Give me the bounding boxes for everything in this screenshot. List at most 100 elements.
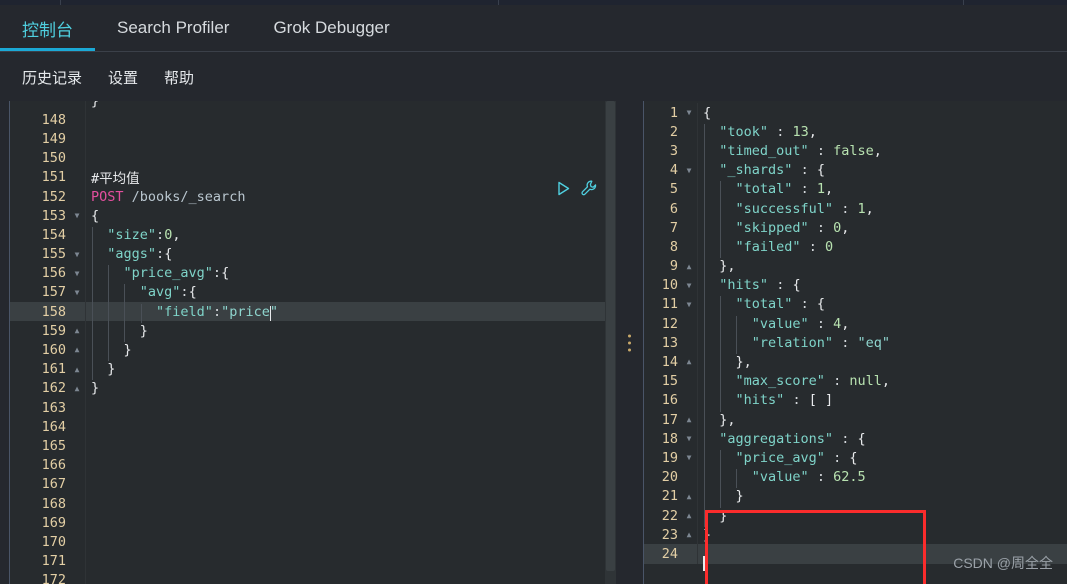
code-line[interactable]: 161 ▲ } <box>10 359 605 381</box>
fold-up-icon[interactable]: ▲ <box>681 506 697 525</box>
code-line[interactable]: 153 ▼ { <box>10 206 605 226</box>
code-line[interactable]: 15 "max_score" : null, <box>644 371 1067 393</box>
code-line[interactable]: 164 <box>10 417 605 437</box>
code-line[interactable]: 9 ▲ }, <box>644 256 1067 278</box>
code-line[interactable]: 155 ▼ "aggs":{ <box>10 244 605 266</box>
fold-up-icon[interactable]: ▲ <box>69 321 85 340</box>
code-line[interactable]: 6 "successful" : 1, <box>644 198 1067 220</box>
code-line[interactable]: 13 "relation" : "eq" <box>644 333 1067 355</box>
code-line[interactable]: 8 "failed" : 0 <box>644 237 1067 259</box>
fold-up-icon[interactable]: ▲ <box>681 410 697 429</box>
code-line[interactable]: 18 ▼ "aggregations" : { <box>644 429 1067 450</box>
indent-guide <box>108 322 110 343</box>
fold-down-icon[interactable]: ▼ <box>681 429 697 448</box>
code-line[interactable]: 159 ▲ } <box>10 321 605 343</box>
code-text: "size":0, <box>86 226 605 247</box>
code-line[interactable]: 162 ▲} <box>10 378 605 398</box>
line-number: 17 <box>661 411 678 428</box>
code-line[interactable]: 11 ▼ "total" : { <box>644 294 1067 316</box>
line-number: 11 <box>661 296 678 313</box>
code-line[interactable]: 156 ▼ "price_avg":{ <box>10 263 605 285</box>
subnav-item-history[interactable]: 历史记录 <box>22 67 82 88</box>
tab-console[interactable]: 控制台 <box>0 5 95 51</box>
code-line[interactable]: 150 <box>10 148 605 168</box>
code-line[interactable]: 149 <box>10 129 605 149</box>
tab-grok-debugger[interactable]: Grok Debugger <box>251 5 411 51</box>
code-line[interactable]: 22 ▲ } <box>644 505 1067 527</box>
gutter-separator <box>85 129 86 149</box>
tab-search-profiler[interactable]: Search Profiler <box>95 5 251 51</box>
code-line[interactable]: 16 "hits" : [ ] <box>644 390 1067 412</box>
pane-resize-handle[interactable] <box>628 334 631 351</box>
code-line[interactable]: 4 ▼ "_shards" : { <box>644 160 1067 182</box>
code-line[interactable]: 167 <box>10 474 605 494</box>
fold-down-icon[interactable]: ▼ <box>681 295 697 314</box>
code-line[interactable]: 19 ▼ "price_avg" : { <box>644 448 1067 470</box>
fold-down-icon[interactable]: ▼ <box>681 103 697 122</box>
indent-guide <box>704 449 705 470</box>
code-line[interactable]: 1 ▼ { <box>644 103 1067 123</box>
fold-up-icon[interactable]: ▲ <box>681 352 697 371</box>
request-editor[interactable]: }148149150151#平均值152POST /books/_search1… <box>9 101 605 584</box>
code-line[interactable]: 10 ▼ "hits" : { <box>644 275 1067 297</box>
fold-down-icon[interactable]: ▼ <box>681 161 697 180</box>
code-line[interactable]: 160 ▲ } <box>10 340 605 362</box>
fold-up-icon[interactable]: ▲ <box>681 257 697 276</box>
code-line[interactable]: 168 <box>10 493 605 514</box>
code-line[interactable]: } <box>10 101 605 111</box>
code-line[interactable]: 166 <box>10 455 605 475</box>
gutter-separator <box>85 513 86 533</box>
code-text: }, <box>698 411 1067 431</box>
subnav-item-settings[interactable]: 设置 <box>108 67 138 88</box>
code-line[interactable]: 23 ▲} <box>644 525 1067 545</box>
request-editor-scroll-thumb[interactable] <box>606 101 615 571</box>
fold-up-icon[interactable]: ▲ <box>69 360 85 379</box>
play-icon[interactable] <box>555 180 572 197</box>
fold-down-icon[interactable]: ▼ <box>69 245 85 264</box>
code-line[interactable]: 12 "value" : 4, <box>644 314 1067 335</box>
fold-down-icon[interactable]: ▼ <box>681 448 697 467</box>
line-number: 164 <box>41 418 66 435</box>
code-line[interactable]: 151 #平均值 <box>10 167 605 187</box>
code-text: "aggregations" : { <box>698 430 1067 450</box>
code-line[interactable]: 17 ▲ }, <box>644 410 1067 431</box>
code-line[interactable]: 163 <box>10 398 605 418</box>
code-line[interactable]: 152 POST /books/_search <box>10 186 605 207</box>
code-line[interactable]: 7 "skipped" : 0, <box>644 218 1067 239</box>
code-line[interactable]: 148 <box>10 110 605 130</box>
fold-up-icon[interactable]: ▲ <box>681 487 697 506</box>
code-line[interactable]: 3 "timed_out" : false, <box>644 141 1067 163</box>
code-text: "skipped" : 0, <box>698 219 1067 239</box>
code-line[interactable]: 158 "field":"price" <box>10 302 605 323</box>
code-line[interactable]: 169 <box>10 513 605 533</box>
code-line[interactable]: 157 ▼ "avg":{ <box>10 282 605 304</box>
code-line[interactable]: 172 <box>10 570 605 584</box>
code-line[interactable]: 20 "value" : 62.5 <box>644 467 1067 489</box>
code-text: "field":"price" <box>86 303 605 323</box>
wrench-icon[interactable] <box>580 179 599 198</box>
fold-down-icon[interactable]: ▼ <box>69 264 85 283</box>
code-line[interactable]: 154 "size":0, <box>10 225 605 247</box>
fold-down-icon[interactable]: ▼ <box>69 283 85 302</box>
indent-guide <box>704 258 705 278</box>
code-text: { <box>703 104 712 121</box>
code-line[interactable]: 14 ▲ }, <box>644 352 1067 374</box>
request-editor-scrollbar[interactable] <box>605 101 616 584</box>
response-editor[interactable]: 1 ▼{2 "took" : 13, 3 "timed_out" : false, 4… <box>643 101 1067 584</box>
line-number: 5 <box>669 181 678 198</box>
fold-up-icon[interactable]: ▲ <box>69 379 85 398</box>
code-line[interactable]: 2 "took" : 13, <box>644 122 1067 143</box>
code-line[interactable]: 21 ▲ } <box>644 486 1067 508</box>
fold-down-icon[interactable]: ▼ <box>69 206 85 225</box>
subnav-item-help[interactable]: 帮助 <box>164 67 194 88</box>
indent-guide <box>108 342 110 362</box>
fold-up-icon[interactable]: ▲ <box>69 340 85 359</box>
code-line[interactable]: 171 <box>10 551 605 571</box>
code-line[interactable]: 5 "total" : 1, <box>644 179 1067 201</box>
indent-guide <box>736 334 738 355</box>
fold-down-icon[interactable]: ▼ <box>681 276 697 295</box>
pane-divider[interactable] <box>617 101 643 584</box>
fold-up-icon[interactable]: ▲ <box>681 525 697 544</box>
code-line[interactable]: 165 <box>10 436 605 456</box>
code-line[interactable]: 170 <box>10 532 605 552</box>
